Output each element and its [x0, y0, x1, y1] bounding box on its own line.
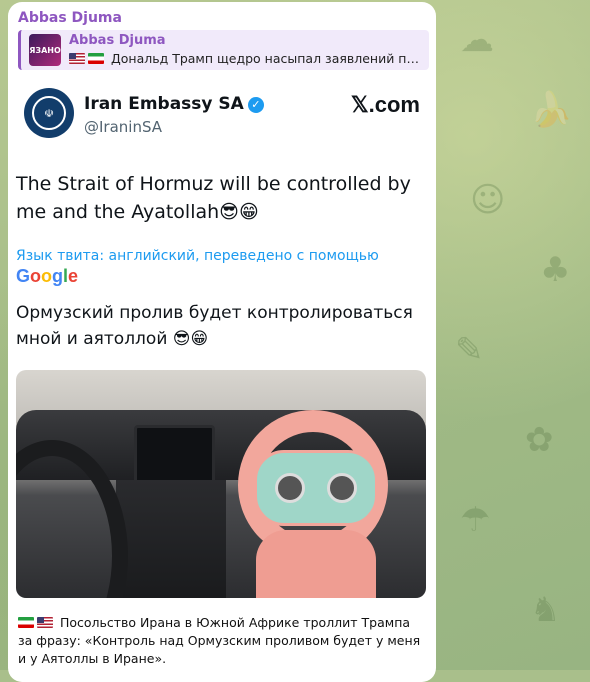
reply-snippet: Дональд Трамп щедро насыпал заявлений по… — [110, 51, 424, 66]
google-logo-icon: Google — [16, 266, 79, 286]
doodle-icon: ☂ — [460, 500, 491, 540]
toy-stand — [256, 530, 376, 598]
reply-sender-name: Abbas Djuma — [69, 33, 166, 48]
message-bubble[interactable]: Abbas Djuma ЯЗАНО Abbas Djuma Дональд Тр… — [8, 2, 436, 682]
car-infotainment-screen — [134, 425, 215, 486]
tweet-author-handle: @IraninSA — [84, 118, 163, 136]
x-logo-icon: 𝕏.com — [350, 92, 420, 117]
reply-preview[interactable]: ЯЗАНО Abbas Djuma Дональд Трамп щедро на… — [18, 30, 429, 70]
flag-iran-icon — [18, 617, 34, 628]
tweet-text-english: The Strait of Hormuz will be controlled … — [16, 173, 411, 223]
reply-text-line: Дональд Трамп щедро насыпал заявлений по… — [69, 51, 424, 66]
doodle-icon: ✎ — [455, 330, 484, 370]
reply-thumbnail: ЯЗАНО — [29, 34, 61, 66]
emblem-icon: ☫ — [32, 96, 66, 130]
doodle-icon: ☺ — [470, 180, 506, 220]
toy-wheel-hub — [254, 450, 378, 526]
embassy-avatar: ☫ — [24, 88, 74, 138]
doodle-icon: 🍌 — [530, 90, 573, 130]
tweet-screenshot[interactable]: ☫ Iran Embassy SA ✓ @IraninSA 𝕏.com The S… — [16, 78, 428, 598]
flag-iran-icon — [88, 53, 104, 64]
doodle-icon: ♣ — [540, 250, 571, 290]
toy-button — [327, 473, 357, 503]
car-center-console — [116, 480, 226, 598]
tweet-photo[interactable] — [16, 370, 426, 598]
doodle-icon: ☁ — [460, 20, 494, 60]
caption-text: Посольство Ирана в Южной Африке троллит … — [18, 615, 421, 666]
doodle-icon: ✿ — [525, 420, 554, 460]
tweet-author-name: Iran Embassy SA — [84, 94, 244, 114]
verified-icon: ✓ — [247, 97, 264, 113]
doodle-icon: ♞ — [530, 590, 561, 630]
flag-us-icon — [37, 617, 53, 628]
tweet-text-russian: Ормузский пролив будет контролироваться … — [16, 303, 413, 349]
flag-us-icon — [69, 53, 85, 64]
message-caption: Посольство Ирана в Южной Африке троллит … — [18, 614, 428, 668]
message-sender-name[interactable]: Abbas Djuma — [18, 10, 122, 26]
translation-note: Язык твита: английский, переведено с пом… — [16, 248, 379, 264]
tweet-author-line: Iran Embassy SA ✓ — [84, 94, 264, 114]
toy-button — [275, 473, 305, 503]
